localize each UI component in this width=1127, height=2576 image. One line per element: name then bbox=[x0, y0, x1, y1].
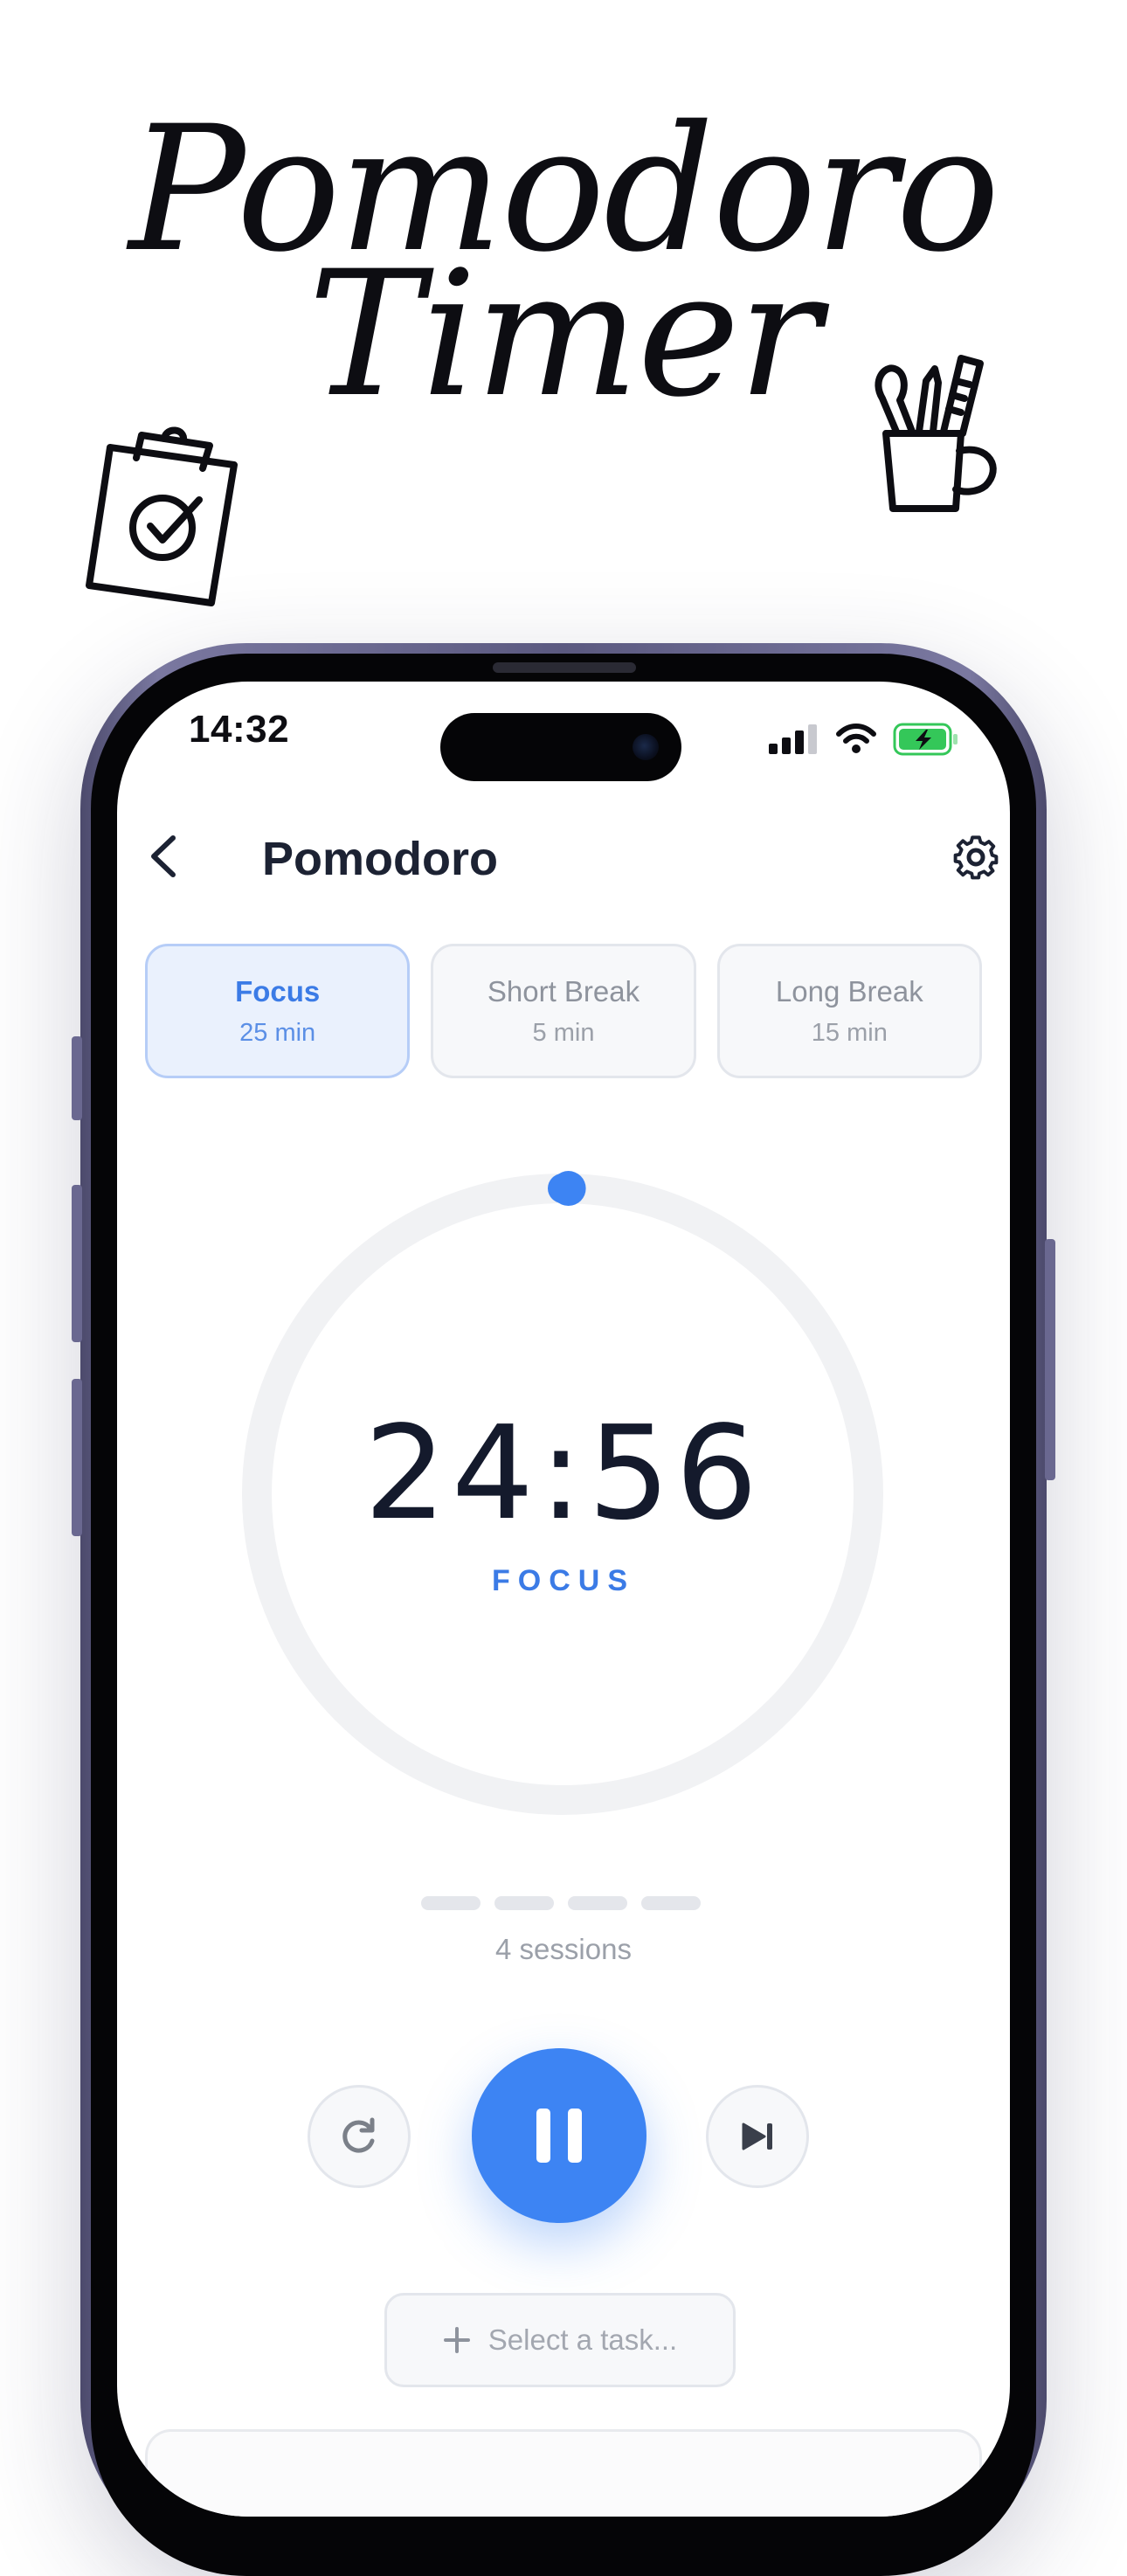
session-dot bbox=[568, 1896, 627, 1910]
status-icons bbox=[769, 720, 959, 758]
battery-charging-icon bbox=[893, 723, 958, 756]
select-task-button[interactable]: Select a task... bbox=[384, 2293, 736, 2387]
front-camera bbox=[633, 734, 659, 760]
timer-value: 24:56 bbox=[363, 1398, 764, 1548]
task-placeholder: Select a task... bbox=[487, 2323, 678, 2356]
reset-button[interactable] bbox=[308, 2085, 411, 2188]
page-title: Pomodoro bbox=[262, 833, 498, 885]
tab-label: Focus bbox=[235, 974, 321, 1008]
power-button bbox=[1045, 1239, 1055, 1480]
pause-icon bbox=[536, 2109, 582, 2163]
timer-mode-label: FOCUS bbox=[492, 1564, 635, 1597]
mode-tabs: Focus 25 min Short Break 5 min Long Brea… bbox=[145, 944, 982, 1078]
chevron-left-icon[interactable] bbox=[138, 826, 190, 887]
pause-button[interactable] bbox=[472, 2048, 646, 2223]
tab-duration: 25 min bbox=[239, 1018, 316, 1047]
tab-duration: 15 min bbox=[811, 1018, 888, 1047]
tab-duration: 5 min bbox=[532, 1018, 595, 1047]
tab-long-break[interactable]: Long Break 15 min bbox=[716, 944, 982, 1078]
tab-label: Long Break bbox=[775, 974, 923, 1008]
refresh-icon bbox=[342, 2117, 375, 2153]
status-time: 14:32 bbox=[189, 708, 290, 751]
tab-short-break[interactable]: Short Break 5 min bbox=[431, 944, 696, 1078]
bottom-card bbox=[145, 2429, 982, 2517]
wifi-icon bbox=[836, 724, 876, 753]
session-dot bbox=[421, 1896, 481, 1910]
app-screen: 14:32 Pomodoro Focus 25 min Short Break … bbox=[117, 682, 1010, 2517]
session-dot bbox=[494, 1896, 554, 1910]
skip-button[interactable] bbox=[706, 2085, 809, 2188]
pencil-cup-icon bbox=[875, 355, 997, 512]
gear-icon[interactable] bbox=[947, 828, 1005, 886]
session-dot bbox=[641, 1896, 701, 1910]
session-indicators bbox=[421, 1896, 701, 1910]
earpiece-speaker bbox=[493, 662, 636, 673]
tab-label: Short Break bbox=[487, 974, 640, 1008]
action-button bbox=[72, 1036, 82, 1120]
volume-down-button bbox=[72, 1379, 82, 1536]
tab-focus[interactable]: Focus 25 min bbox=[145, 944, 411, 1078]
volume-up-button bbox=[72, 1185, 82, 1342]
ring-knob[interactable] bbox=[550, 1171, 586, 1207]
cellular-signal-icon bbox=[769, 724, 817, 754]
sessions-label: 4 sessions bbox=[495, 1933, 632, 1965]
dynamic-island bbox=[440, 713, 681, 781]
clipboard-check-icon bbox=[86, 426, 238, 606]
plus-icon bbox=[443, 2327, 470, 2353]
skip-forward-icon bbox=[742, 2122, 772, 2150]
